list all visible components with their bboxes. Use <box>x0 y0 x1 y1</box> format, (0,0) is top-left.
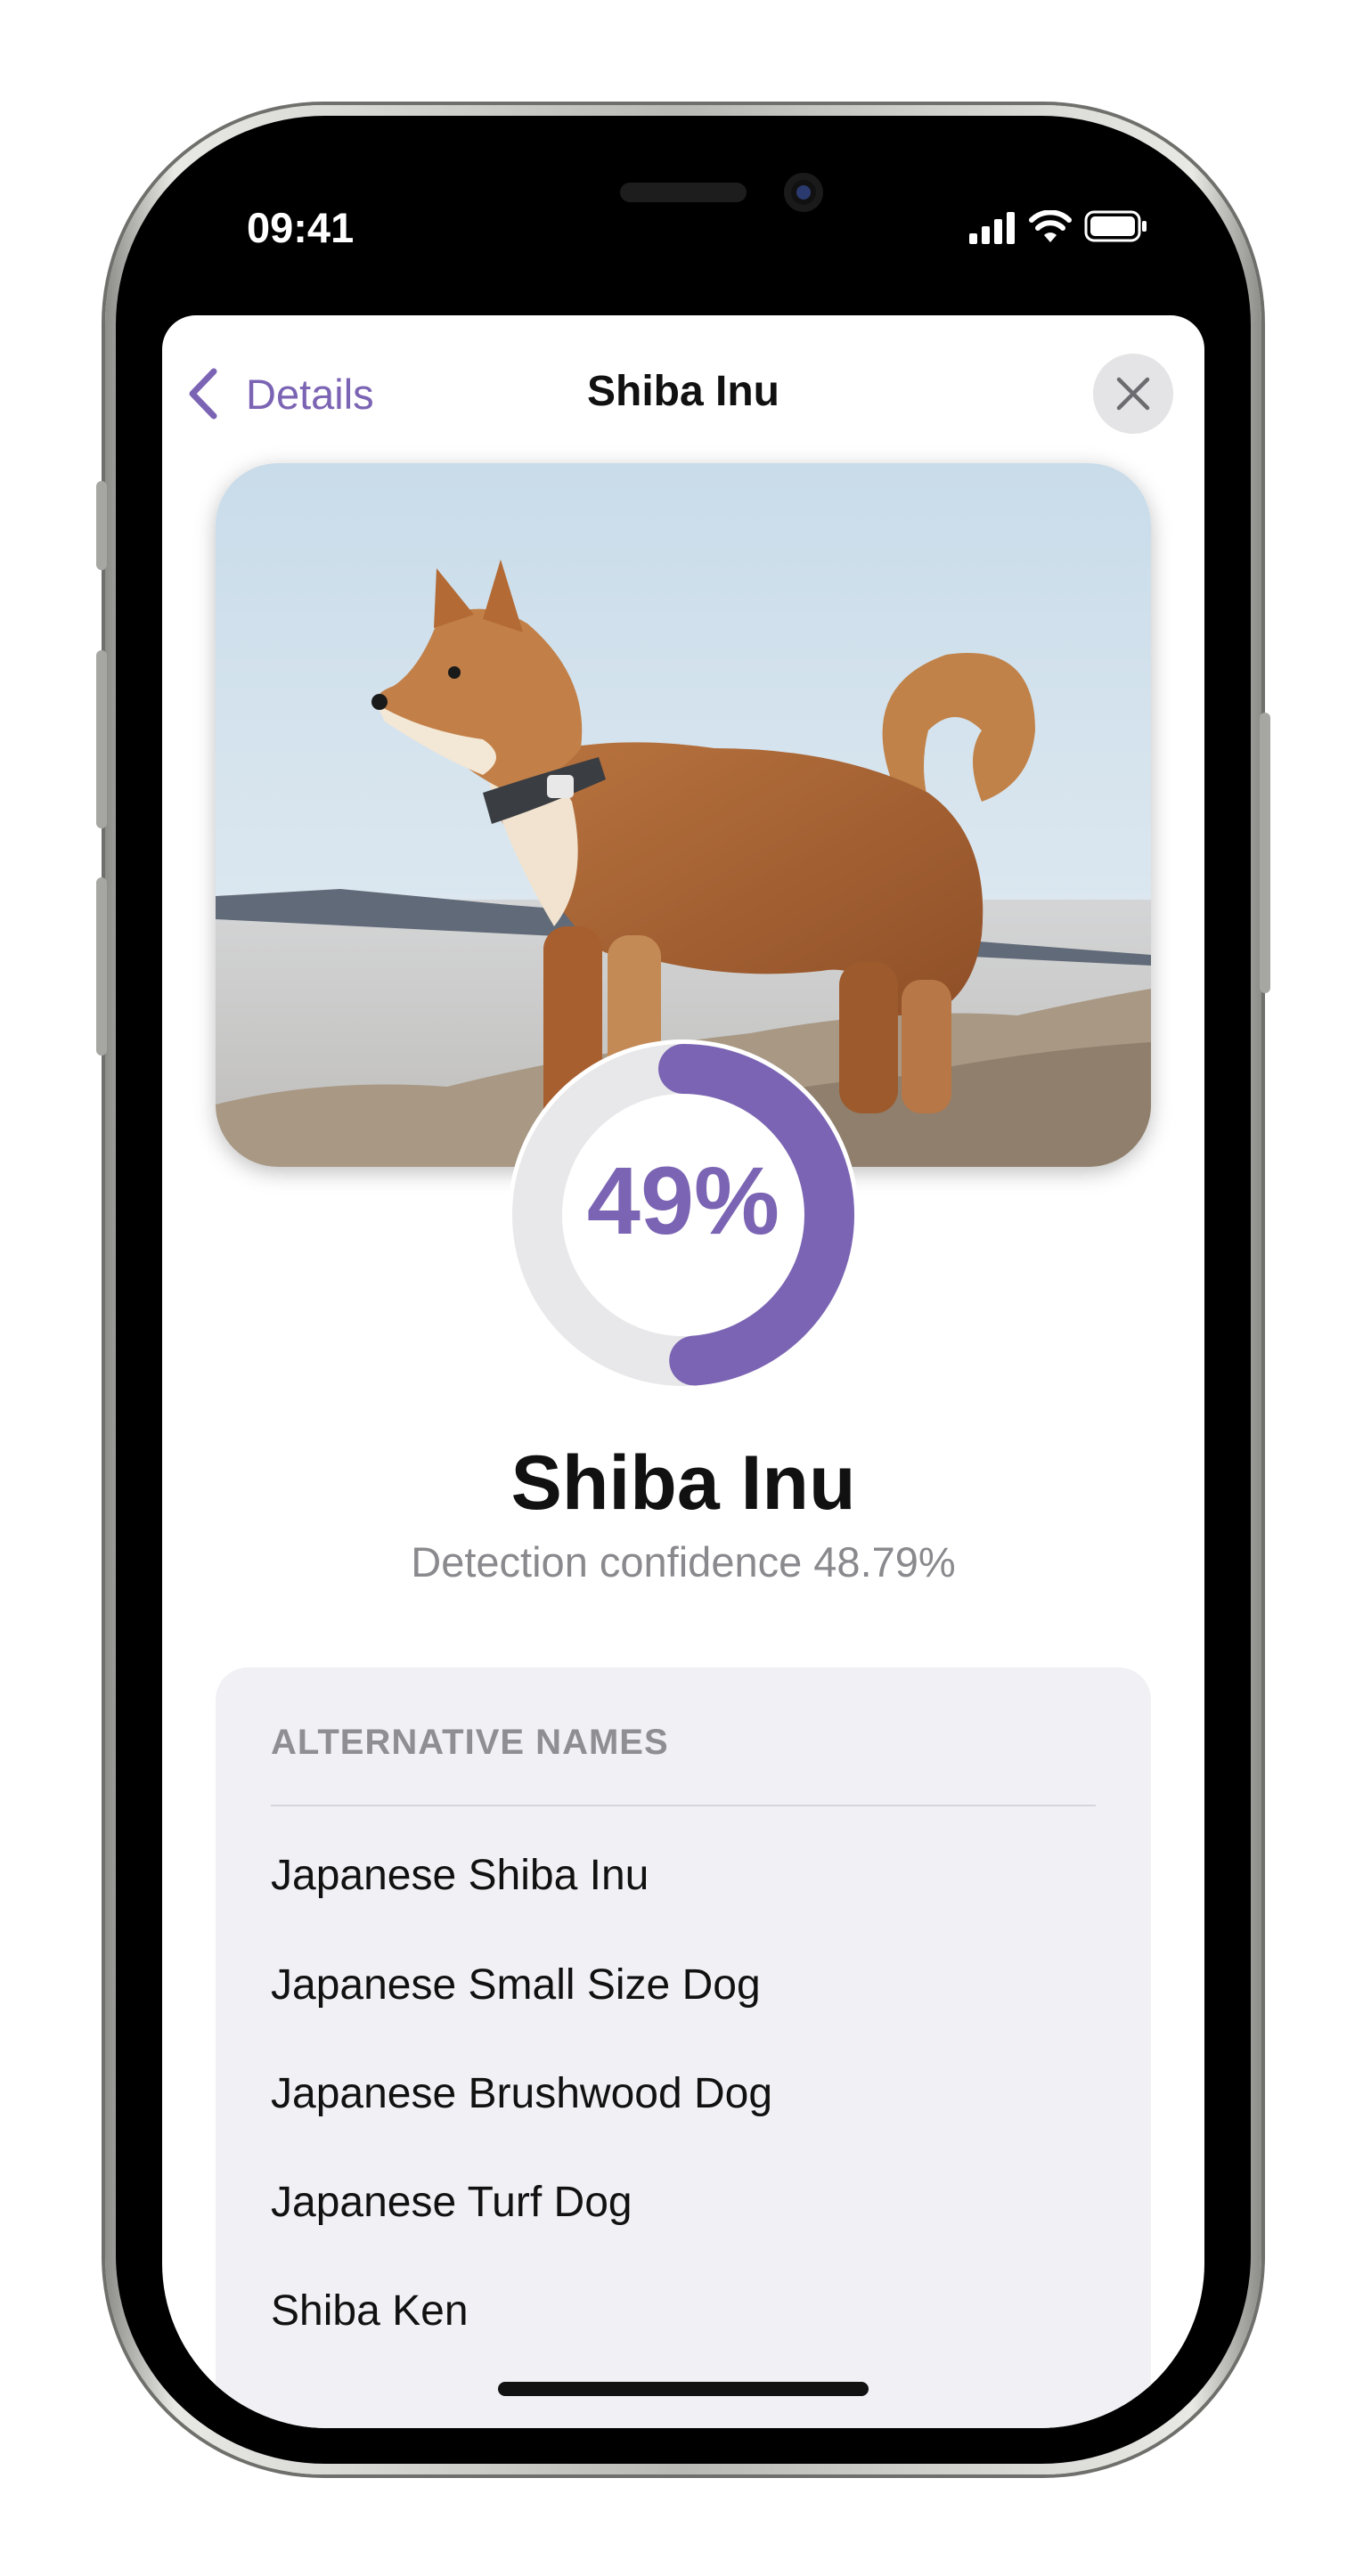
navigation-bar: Details Shiba Inu <box>162 315 1204 467</box>
power-button <box>1260 713 1270 993</box>
list-item: Japanese Brushwood Dog <box>271 2070 773 2117</box>
status-time: 09:41 <box>247 204 355 251</box>
volume-up-button <box>96 650 107 828</box>
battery-icon <box>1084 210 1147 242</box>
mute-switch <box>96 481 107 570</box>
alternative-names-card: ALTERNATIVE NAMES Japanese Shiba Inu Jap… <box>216 1667 1151 2428</box>
signal-icon <box>969 212 1015 244</box>
list-item: Japanese Small Size Dog <box>271 1961 761 2009</box>
close-icon <box>1116 377 1150 411</box>
status-bar: 09:41 <box>162 196 1204 267</box>
confidence-gauge: 49% <box>508 1039 859 1390</box>
alternative-names-header: ALTERNATIVE NAMES <box>271 1723 669 1762</box>
detail-sheet: Details Shiba Inu 49% Shiba Inu Detectio… <box>162 315 1204 2428</box>
home-indicator[interactable] <box>498 2382 869 2396</box>
breed-name: Shiba Inu <box>510 1440 856 1526</box>
confidence-percent-label: 49% <box>586 1146 780 1254</box>
detection-confidence-text: Detection confidence 48.79% <box>411 1538 956 1586</box>
wifi-icon <box>1029 210 1072 242</box>
nav-title: Shiba Inu <box>587 368 779 415</box>
close-button[interactable] <box>1093 354 1173 434</box>
volume-down-button <box>96 877 107 1056</box>
list-item: Japanese Turf Dog <box>271 2179 633 2226</box>
list-item: Shiba Ken <box>271 2287 469 2335</box>
divider <box>271 1805 1096 1806</box>
list-item: Japanese Shiba Inu <box>271 1852 649 1899</box>
